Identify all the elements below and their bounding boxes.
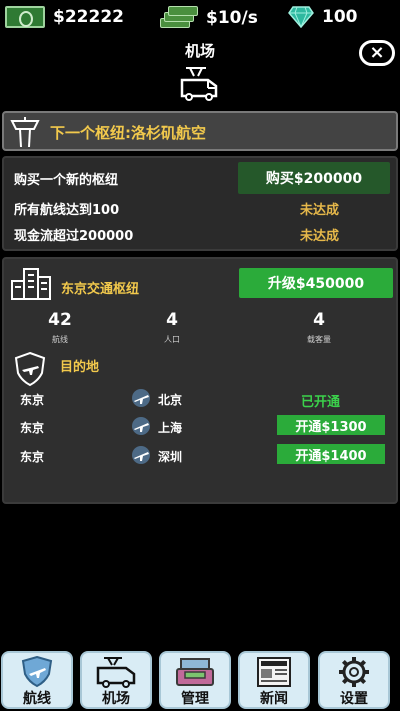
nav-label: 航线: [23, 691, 51, 707]
cash-stack-icon: [160, 6, 198, 30]
bottom-nav: 航线 机场 管理 新闻 设置: [0, 651, 400, 711]
metric-label: 载客量: [307, 335, 331, 344]
money-display: $22222: [5, 6, 124, 28]
open-route-button[interactable]: 开通$1300: [277, 415, 385, 435]
hub-panel: 东京交通枢纽 升级$450000 42 航线 4 人口 4 载客量 目的地 东京…: [2, 257, 398, 504]
nav-label: 管理: [181, 691, 209, 707]
route-row: 东京 北京 已开通: [4, 387, 396, 410]
requirement-status: 未达成: [300, 229, 340, 244]
requirement-item: 购买一个新的枢纽: [14, 173, 119, 188]
bus-icon: [178, 64, 220, 102]
buy-hub-button[interactable]: 购买$200000: [238, 162, 390, 194]
destinations-title: 目的地: [60, 360, 100, 375]
control-tower-icon: [8, 115, 42, 149]
route-destination: 深圳: [158, 450, 183, 464]
metric-label: 人口: [164, 335, 180, 344]
bus-icon: [94, 656, 138, 688]
city-buildings-icon: [10, 265, 52, 301]
plane-shield-icon: [12, 351, 48, 387]
page-title: 机场: [184, 42, 215, 60]
nav-label: 设置: [340, 691, 368, 707]
income-rate-value: $10/s: [206, 8, 258, 28]
open-route-button[interactable]: 开通$1400: [277, 444, 385, 464]
requirement-status: 未达成: [300, 203, 340, 218]
plane-icon: [129, 388, 153, 408]
metric-routes: 42 航线: [20, 310, 100, 345]
cash-register-icon: [173, 656, 217, 688]
hub-name: 东京交通枢纽: [61, 282, 140, 297]
route-origin: 东京: [20, 450, 45, 464]
plane-icon: [129, 416, 153, 436]
metric-value: 42: [48, 310, 72, 330]
nav-settings-button[interactable]: 设置: [318, 651, 390, 709]
route-status-opened: 已开通: [301, 395, 341, 410]
nav-news-button[interactable]: 新闻: [238, 651, 310, 709]
nav-label: 机场: [102, 691, 130, 707]
requirement-item: 所有航线达到100: [14, 203, 120, 218]
metric-value: 4: [313, 310, 325, 330]
metric-value: 4: [166, 310, 178, 330]
nav-airport-button[interactable]: 机场: [80, 651, 152, 709]
nav-label: 新闻: [260, 691, 288, 707]
route-destination: 上海: [158, 421, 183, 435]
close-button[interactable]: ×: [359, 40, 395, 66]
gems-value: 100: [322, 7, 358, 27]
cash-icon: [5, 6, 45, 28]
plane-shield-icon: [15, 655, 59, 688]
nav-manage-button[interactable]: 管理: [159, 651, 231, 709]
income-rate-display: $10/s: [160, 6, 258, 30]
gems-display: 100: [288, 6, 358, 29]
metric-capacity: 4 载客量: [279, 310, 359, 345]
newspaper-icon: [252, 656, 296, 688]
plane-icon: [129, 445, 153, 465]
status-bar: $22222 $10/s 100: [0, 0, 400, 36]
metric-population: 4 人口: [132, 310, 212, 345]
money-value: $22222: [53, 7, 124, 27]
diamond-icon: [288, 6, 314, 29]
requirement-item: 现金流超过200000: [14, 229, 134, 244]
next-hub-banner: 下一个枢纽:洛杉矶航空: [2, 111, 398, 151]
close-icon: ×: [369, 42, 385, 63]
route-row: 东京 深圳 开通$1400: [4, 444, 396, 466]
metric-label: 航线: [52, 335, 68, 344]
requirements-panel: 购买一个新的枢纽 购买$200000 所有航线达到100 未达成 现金流超过20…: [2, 156, 398, 251]
gear-icon: [332, 656, 376, 688]
next-hub-label: 下一个枢纽:洛杉矶航空: [50, 124, 206, 142]
route-row: 东京 上海 开通$1300: [4, 415, 396, 437]
upgrade-hub-button[interactable]: 升级$450000: [239, 268, 393, 298]
route-origin: 东京: [20, 421, 45, 435]
nav-routes-button[interactable]: 航线: [1, 651, 73, 709]
route-destination: 北京: [158, 393, 183, 407]
route-origin: 东京: [20, 393, 45, 407]
